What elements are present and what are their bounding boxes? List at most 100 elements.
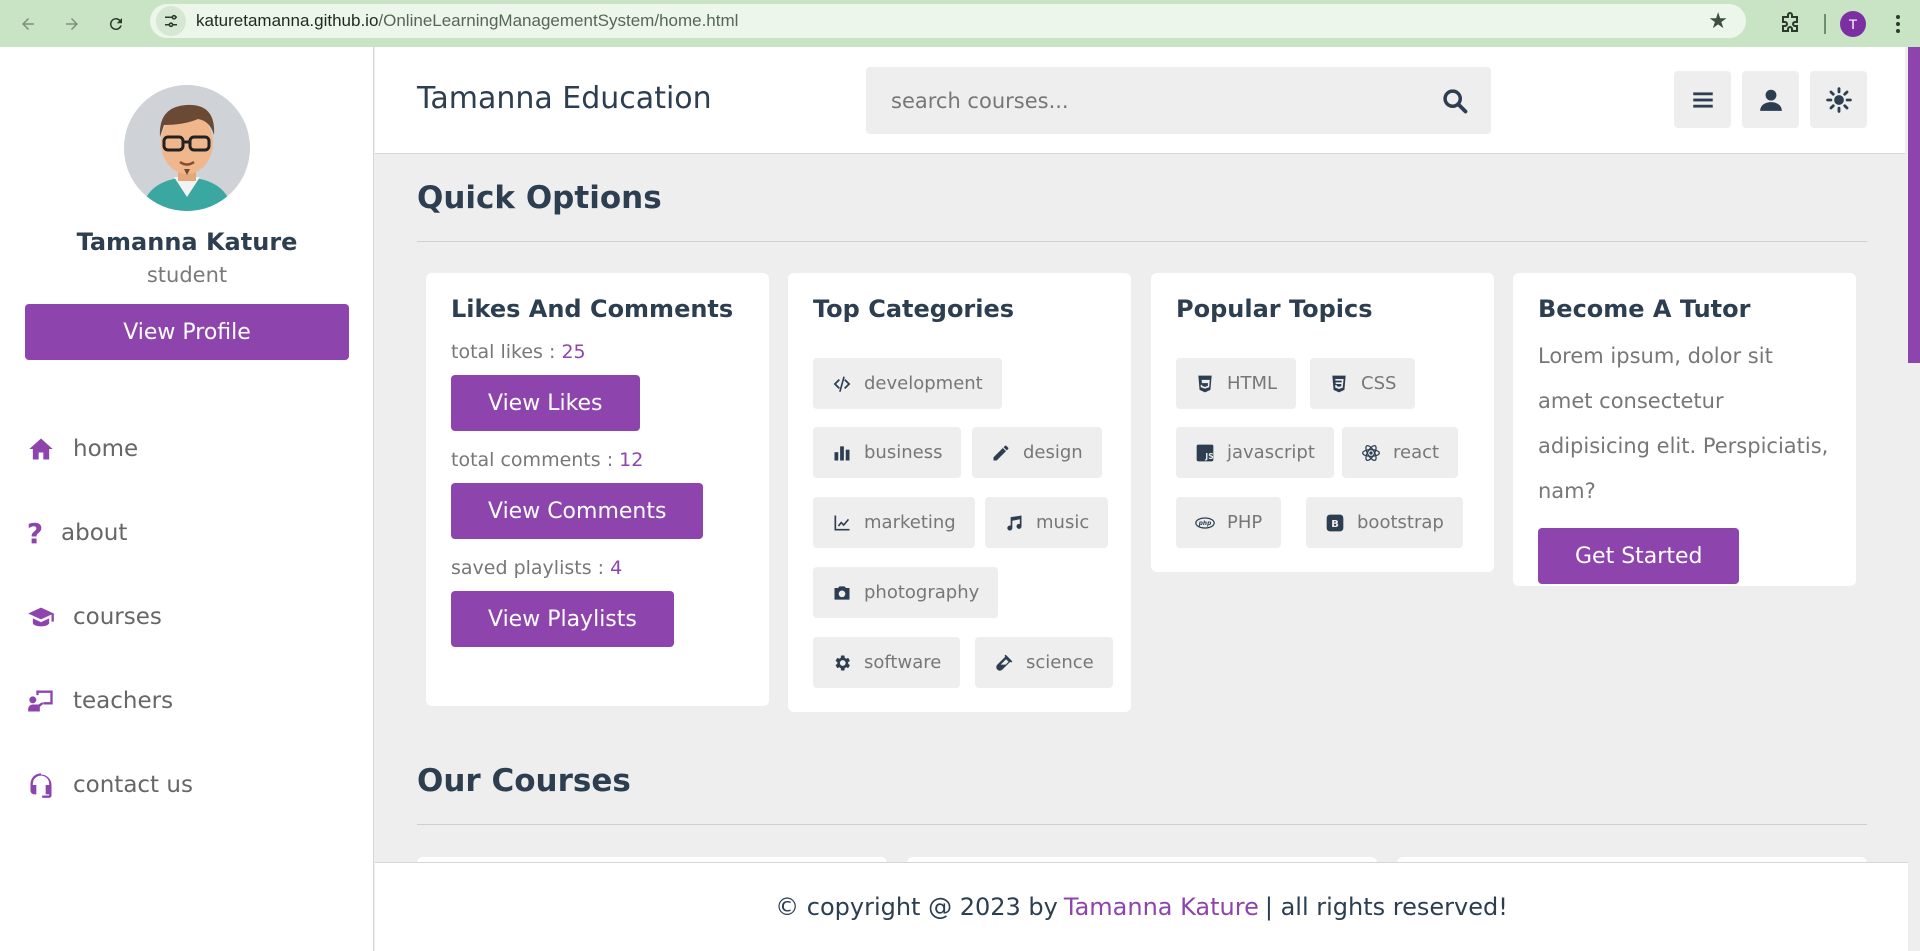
theme-toggle-button[interactable] (1810, 71, 1867, 128)
search-input[interactable] (866, 88, 1406, 113)
topic-tag-javascript[interactable]: JS javascript (1176, 427, 1334, 478)
sidebar-item-label: contact us (73, 772, 193, 798)
svg-text:JS: JS (1204, 451, 1213, 460)
author-link[interactable]: Tamanna Kature (1064, 893, 1259, 921)
view-profile-button[interactable]: View Profile (25, 304, 349, 360)
topic-tag-html[interactable]: HTML (1176, 358, 1297, 409)
hamburger-menu-icon (1692, 91, 1713, 108)
search-icon[interactable] (1441, 87, 1469, 115)
section-divider (417, 241, 1867, 242)
profile-name: Tamanna Kature (76, 228, 298, 256)
sidebar-item-about[interactable]: ? about (0, 491, 374, 575)
reload-icon (109, 17, 122, 30)
html5-icon (1198, 375, 1212, 392)
rights-text: | all rights reserved! (1264, 893, 1508, 921)
line-chart-icon (834, 515, 850, 530)
url-text: katuretamanna.github.io/OnlineLearningMa… (196, 11, 739, 30)
category-tag-design[interactable]: design (972, 427, 1102, 478)
sidebar-item-home[interactable]: home (0, 407, 374, 491)
category-tag-business[interactable]: business (813, 427, 962, 478)
chalkboard-teacher-icon (25, 685, 57, 717)
css3-icon (1332, 375, 1346, 392)
copyright-text: © copyright @ 2023 by (775, 893, 1058, 921)
site-info-icon[interactable] (156, 6, 186, 36)
bar-chart-icon (834, 445, 850, 460)
category-tag-science[interactable]: science (975, 637, 1113, 688)
topic-tag-react[interactable]: react (1342, 427, 1459, 478)
javascript-icon: JS (1196, 444, 1214, 461)
search-form (866, 67, 1491, 134)
section-divider (417, 824, 1867, 825)
quick-options-title: Quick Options (417, 180, 662, 216)
music-note-icon (1007, 515, 1022, 531)
view-playlists-button[interactable]: View Playlists (451, 591, 674, 647)
sidebar-item-label: courses (73, 604, 162, 630)
sidebar: Tamanna Kature student View Profile home… (0, 47, 374, 951)
forward-button[interactable] (50, 6, 94, 42)
profile-role: student (146, 263, 228, 287)
sidebar-item-courses[interactable]: courses (0, 575, 374, 659)
code-icon (833, 376, 851, 392)
sun-icon (1825, 86, 1852, 113)
sidebar-item-label: teachers (73, 688, 174, 714)
category-tag-development[interactable]: development (813, 358, 1002, 409)
browser-menu-icon[interactable] (1888, 9, 1908, 39)
view-likes-button[interactable]: View Likes (451, 375, 640, 431)
category-tag-music[interactable]: music (985, 497, 1109, 548)
pen-icon (993, 445, 1009, 460)
sidebar-nav: home ? about courses teachers contact us (0, 407, 374, 827)
total-comments: total comments : 12 (451, 449, 644, 471)
headset-icon (25, 769, 57, 801)
brand-logo-text[interactable]: Tamanna Education (417, 81, 712, 116)
bootstrap-icon: B (1326, 514, 1344, 531)
browser-profile-avatar[interactable]: T (1840, 10, 1866, 37)
php-icon: php (1195, 516, 1215, 529)
avatar (124, 85, 250, 211)
bookmark-star-icon[interactable]: ★ (1708, 9, 1728, 34)
category-tag-photography[interactable]: photography (813, 567, 999, 618)
question-icon: ? (26, 516, 44, 550)
reload-button[interactable] (94, 6, 138, 42)
card-title: Popular Topics (1176, 295, 1373, 323)
svg-text:php: php (1198, 521, 1212, 527)
address-bar[interactable]: katuretamanna.github.io/OnlineLearningMa… (150, 4, 1746, 38)
site-footer: © copyright @ 2023 by Tamanna Kature | a… (375, 862, 1908, 951)
toolbar-divider (1824, 13, 1826, 34)
card-title: Likes And Comments (451, 295, 734, 323)
card-title: Top Categories (813, 295, 1015, 323)
back-button[interactable] (6, 6, 50, 42)
extensions-puzzle-icon[interactable] (1776, 10, 1804, 38)
site-header: Tamanna Education (375, 47, 1905, 154)
get-started-button[interactable]: Get Started (1538, 528, 1740, 584)
vial-icon (996, 654, 1013, 671)
browser-toolbar: katuretamanna.github.io/OnlineLearningMa… (0, 0, 1920, 47)
saved-playlists: saved playlists : 4 (451, 557, 623, 579)
home-icon (25, 433, 57, 465)
sidebar-item-label: home (73, 436, 139, 462)
view-comments-button[interactable]: View Comments (451, 483, 704, 539)
camera-icon (834, 585, 850, 600)
topic-tag-bootstrap[interactable]: B bootstrap (1306, 497, 1463, 548)
total-likes: total likes : 25 (451, 341, 586, 363)
card-title: Become A Tutor (1538, 295, 1751, 323)
topic-tag-php[interactable]: php PHP (1176, 497, 1282, 548)
become-tutor-card: Become A Tutor Lorem ipsum, dolor sit am… (1513, 273, 1856, 586)
react-icon (1362, 444, 1380, 461)
menu-button[interactable] (1674, 71, 1731, 128)
our-courses-title: Our Courses (417, 763, 631, 799)
user-icon (1759, 89, 1782, 111)
topic-tag-css[interactable]: CSS (1310, 358, 1416, 409)
arrow-left-icon (22, 17, 34, 30)
sidebar-item-teachers[interactable]: teachers (0, 659, 374, 743)
tutor-description: Lorem ipsum, dolor sit amet consectetur … (1538, 344, 1829, 503)
sidebar-item-label: about (61, 520, 128, 546)
user-button[interactable] (1742, 71, 1799, 128)
likes-comments-card: Likes And Comments total likes : 25 View… (426, 273, 769, 706)
category-tag-software[interactable]: software (813, 637, 961, 688)
sidebar-item-contact[interactable]: contact us (0, 743, 374, 827)
arrow-right-icon (66, 17, 78, 30)
page-scrollbar[interactable] (1908, 47, 1920, 363)
graduation-cap-icon (25, 601, 57, 633)
gear-icon (835, 655, 850, 670)
category-tag-marketing[interactable]: marketing (813, 497, 975, 548)
